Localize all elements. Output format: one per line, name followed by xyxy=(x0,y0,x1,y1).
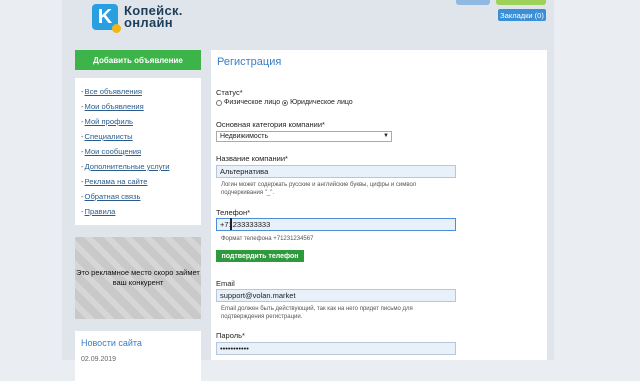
sidebar-item-my-profile[interactable]: - Мой профиль xyxy=(81,114,197,129)
sidebar-item-extra-services[interactable]: - Дополнительные услуги xyxy=(81,159,197,174)
sidebar-item-my-listings[interactable]: - Мои объявления xyxy=(81,99,197,114)
add-listing-button[interactable]: Добавить объявление xyxy=(75,50,201,70)
sidebar-item-advertising[interactable]: - Реклама на сайте xyxy=(81,174,197,189)
company-name-input[interactable]: Альтернатива xyxy=(216,165,456,178)
top-button-blue[interactable] xyxy=(456,0,490,5)
phone-input[interactable]: +71233333333 xyxy=(216,218,456,231)
phone-label: Телефон* xyxy=(216,208,251,217)
email-input[interactable]: support@volan.market xyxy=(216,289,456,302)
news-block: Новости сайта 02.09.2019 xyxy=(75,331,201,381)
sidebar-item-specialists[interactable]: - Специалисты xyxy=(81,129,197,144)
category-select[interactable]: Недвижимость ▼ xyxy=(216,131,392,142)
logo-icon: K xyxy=(92,4,121,33)
radio-individual[interactable] xyxy=(216,99,222,106)
email-label: Email xyxy=(216,279,235,288)
top-button-green[interactable] xyxy=(496,0,546,5)
bookmarks-button[interactable]: Закладки (0) xyxy=(498,9,546,21)
sidebar-menu: - Все объявления - Мои объявления - Мой … xyxy=(75,78,201,225)
radio-individual-label[interactable]: Физическое лицо xyxy=(224,99,280,106)
radio-legal-entity[interactable] xyxy=(282,99,289,106)
site-logo[interactable]: K Копейск. онлайн xyxy=(92,2,183,33)
sidebar-item-messages[interactable]: - Мои сообщения xyxy=(81,144,197,159)
ad-banner[interactable]: Это рекламное место скоро займет ваш кон… xyxy=(75,237,201,319)
confirm-phone-button[interactable]: подтвердить телефон xyxy=(216,250,304,262)
email-hint: Email должен быть действующий, так как н… xyxy=(221,306,413,320)
logo-line-2: онлайн xyxy=(124,15,173,30)
sidebar-item-all-listings[interactable]: - Все объявления xyxy=(81,84,197,99)
status-label: Статус* xyxy=(216,88,243,97)
password-input[interactable]: ••••••••••• xyxy=(216,342,456,355)
registration-form: Регистрация Статус* Физическое лицо Юрид… xyxy=(211,50,547,360)
news-title[interactable]: Новости сайта xyxy=(81,338,195,348)
phone-hint: Формат телефона +71231234567 xyxy=(221,236,314,242)
company-name-label: Название компании* xyxy=(216,154,288,163)
sidebar-item-rules[interactable]: - Правила xyxy=(81,204,197,219)
password-label: Пароль* xyxy=(216,331,245,340)
radio-legal-entity-label[interactable]: Юридическое лицо xyxy=(290,99,353,106)
text-cursor-icon xyxy=(230,218,232,230)
category-label: Основная категория компании* xyxy=(216,120,325,129)
page-title: Регистрация xyxy=(217,56,282,68)
sidebar: Добавить объявление - Все объявления - М… xyxy=(75,50,201,381)
status-radio-group: Физическое лицо Юридическое лицо xyxy=(216,99,353,106)
chevron-down-icon: ▼ xyxy=(383,133,389,139)
company-name-hint: Логин может содержать русские и английск… xyxy=(221,182,417,196)
sidebar-item-feedback[interactable]: - Обратная связь xyxy=(81,189,197,204)
ad-text: Это рекламное место скоро займет ваш кон… xyxy=(76,268,200,287)
